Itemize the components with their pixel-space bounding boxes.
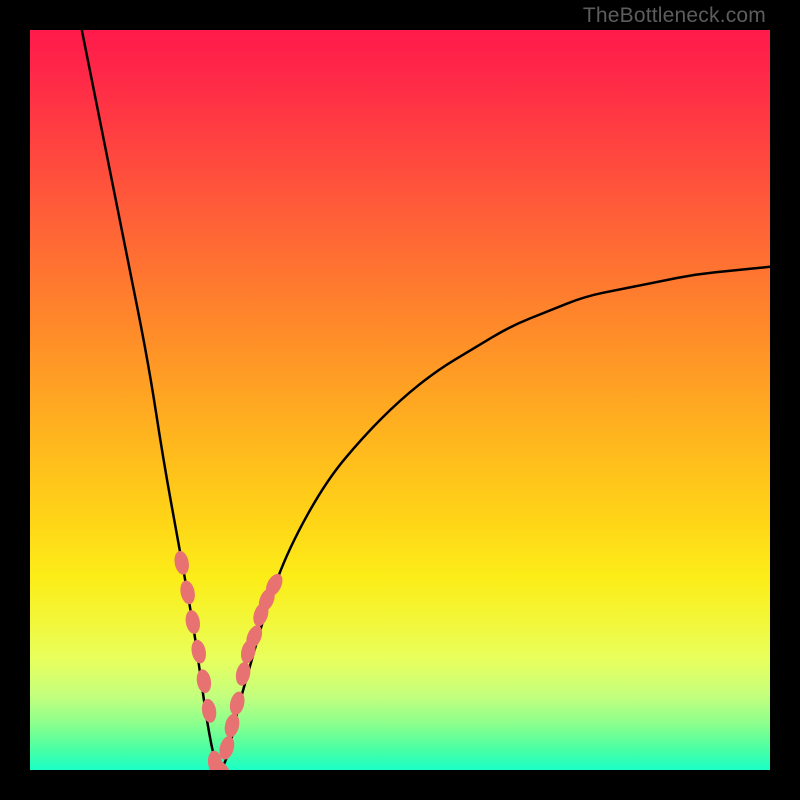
data-point-marker bbox=[234, 661, 252, 687]
data-point-marker bbox=[172, 550, 190, 576]
watermark-text: TheBottleneck.com bbox=[583, 4, 766, 28]
data-point-marker bbox=[190, 638, 208, 664]
data-point-marker bbox=[195, 668, 213, 694]
chart-container bbox=[30, 30, 770, 770]
marker-layer bbox=[30, 30, 770, 770]
data-point-marker bbox=[200, 698, 218, 724]
data-point-marker bbox=[178, 579, 196, 605]
data-point-marker bbox=[222, 712, 241, 739]
data-point-marker bbox=[228, 690, 247, 717]
data-point-marker bbox=[184, 609, 202, 635]
